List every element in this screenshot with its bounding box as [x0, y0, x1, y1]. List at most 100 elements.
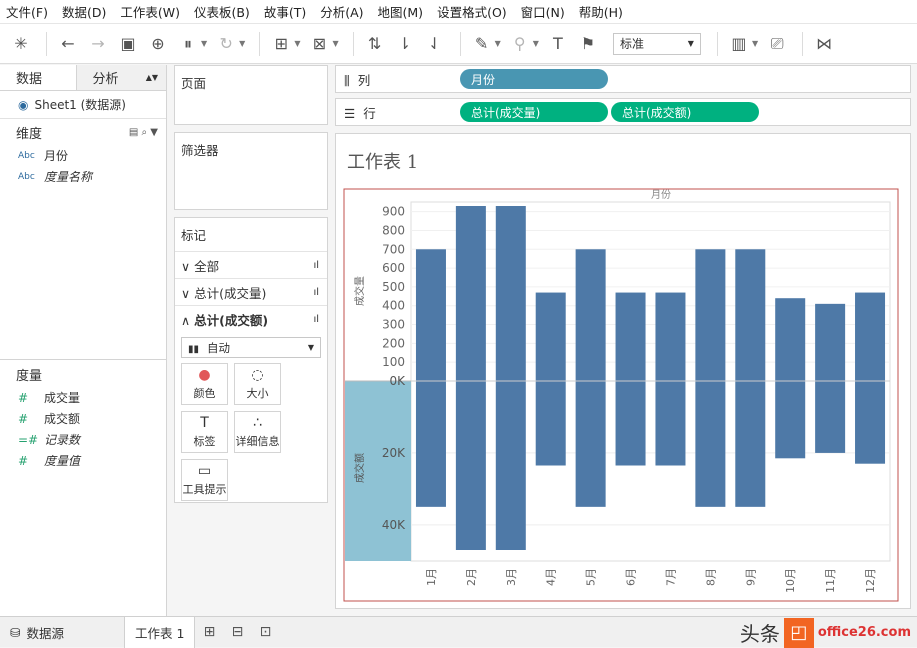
sort-asc-icon[interactable]: ⇂ [392, 31, 418, 57]
new-story-tab-icon[interactable]: ⊡ [251, 624, 279, 640]
y-tick-label: 300 [382, 318, 405, 332]
measure-field[interactable]: =# 记录数 [0, 429, 166, 450]
mark-type-value: 自动 [207, 340, 231, 355]
color-icon: ● [198, 367, 211, 383]
measure-field[interactable]: # 成交量 [0, 387, 166, 408]
columns-shelf[interactable]: ⫼ 列 月份 [335, 65, 911, 93]
new-dashboard-tab-icon[interactable]: ⊟ [223, 624, 251, 640]
watermark-text: 头条 [739, 622, 780, 646]
sheet-tab[interactable]: 工作表 1 [124, 616, 196, 648]
database-icon: ⛁ [10, 624, 21, 640]
x-tick-label: 5月 [585, 568, 598, 586]
menu-item[interactable]: 窗口(N) [521, 2, 565, 21]
x-tick-label: 9月 [744, 568, 757, 586]
mark-property-detail[interactable]: ∴ 详细信息 [234, 411, 281, 453]
undo-icon[interactable]: ← [55, 31, 81, 57]
marks-row[interactable]: ∨ 全部 ıl [175, 251, 327, 278]
new-worksheet-tab-icon[interactable]: ⊞ [195, 624, 223, 640]
sort-desc-icon[interactable]: ⇃ [422, 31, 448, 57]
clear-sheet-icon[interactable]: ⊠ [306, 31, 332, 57]
measures-header: 度量 [0, 361, 166, 387]
bar [495, 381, 526, 550]
field-type-icon: # [18, 453, 29, 468]
measure-field[interactable]: # 度量值 [0, 450, 166, 471]
bar [855, 292, 886, 381]
group-icon[interactable]: ⚲ [507, 31, 533, 57]
bar [575, 381, 606, 507]
mark-property-label: 工具提示 [182, 483, 227, 496]
refresh-icon[interactable]: ↻ [213, 31, 239, 57]
datasource-tab-label: 数据源 [26, 625, 64, 641]
tab-analytics[interactable]: 分析 ▲▼ [76, 65, 166, 90]
pin-icon[interactable]: ⚑ [575, 31, 601, 57]
bar [575, 249, 606, 381]
save-icon[interactable]: ▣ [115, 31, 141, 57]
y-tick-label: 600 [382, 261, 405, 275]
new-worksheet-icon[interactable]: ⊞ [268, 31, 294, 57]
menu-item[interactable]: 数据(D) [62, 2, 106, 21]
presentation-icon[interactable]: ⎚ [764, 31, 790, 57]
dimension-field[interactable]: Abc 度量名称 [0, 166, 166, 187]
x-tick-label: 6月 [625, 568, 638, 586]
mark-property-size[interactable]: ◌ 大小 [234, 363, 281, 405]
menu-item[interactable]: 仪表板(B) [194, 2, 250, 21]
datasource-icon: ◉ [18, 97, 29, 112]
share-icon[interactable]: ⋈ [811, 31, 837, 57]
measure-field[interactable]: # 成交额 [0, 408, 166, 429]
shelf-pill[interactable]: 总计(成交量) [460, 102, 608, 122]
menu-item[interactable]: 地图(M) [378, 2, 424, 21]
mark-property-label[interactable]: T 标签 [181, 411, 228, 453]
view-list-icon[interactable]: ▤ [129, 127, 138, 138]
filters-title: 筛选器 [181, 143, 219, 158]
menu-item[interactable]: 工作表(W) [120, 2, 180, 21]
watermark-url: office26.com [817, 625, 911, 640]
data-pane: 数据 分析 ▲▼ ◉ Sheet1 (数据源) 维度 ▤ ⌕ ▼ Abc 月份 Ab… [0, 65, 167, 616]
tab-data[interactable]: 数据 [0, 65, 77, 90]
menu-item[interactable]: 分析(A) [320, 2, 363, 21]
show-me-icon[interactable]: ▥ [726, 31, 752, 57]
bar-type-icon: ıl [313, 313, 319, 325]
field-name: 记录数 [44, 433, 81, 447]
menu-arrow-icon[interactable]: ▼ [150, 127, 158, 138]
menu-item[interactable]: 帮助(H) [579, 2, 623, 21]
highlight-icon[interactable]: ✎ [469, 31, 495, 57]
search-icon[interactable]: ⌕ [142, 127, 148, 138]
x-tick-label: 8月 [704, 568, 717, 586]
pause-updates-icon[interactable]: ⏸ [175, 31, 201, 57]
chevron-down-icon: ▼ [307, 343, 314, 352]
marks-row-label: 全部 [194, 258, 220, 274]
menu-item[interactable]: 设置格式(O) [437, 2, 507, 21]
bar-type-icon: ıl [313, 259, 319, 271]
menu-item[interactable]: 故事(T) [264, 2, 306, 21]
size-icon: ◌ [251, 367, 264, 383]
tableau-logo-icon[interactable]: ✳ [8, 31, 34, 57]
dimension-field[interactable]: Abc 月份 [0, 145, 166, 166]
office-logo-icon: ◰ [783, 617, 814, 648]
dimensions-header: 维度 ▤ ⌕ ▼ [0, 119, 166, 145]
datasource-tab[interactable]: ⛁ 数据源 [0, 617, 74, 648]
rows-label: 行 [363, 105, 376, 121]
measure-list: # 成交量 # 成交额 =# 记录数 # 度量值 [0, 387, 166, 471]
shelf-pill[interactable]: 月份 [460, 69, 608, 89]
show-labels-icon[interactable]: T [545, 31, 571, 57]
swap-icon[interactable]: ⇅ [362, 31, 388, 57]
y-tick-label: 900 [382, 205, 405, 219]
menu-bar: 文件(F) 数据(D) 工作表(W) 仪表板(B) 故事(T) 分析(A) 地图(M) 设置格… [0, 0, 917, 24]
rows-shelf[interactable]: ☰ 行 总计(成交量) 总计(成交额) [335, 98, 911, 126]
filters-card[interactable]: 筛选器 [174, 132, 328, 210]
fit-select[interactable]: 标准 ▼ [612, 32, 701, 55]
menu-item[interactable]: 文件(F) [6, 2, 48, 21]
redo-icon[interactable]: → [85, 31, 111, 57]
bar-chart[interactable]: 月份成交量成交额 100 200 300 400 500 600 700 800 900 0K 20K… [343, 188, 903, 608]
new-datasource-icon[interactable]: ⊕ [145, 31, 171, 57]
sheet-title[interactable]: 工作表 1 [347, 148, 418, 174]
pages-card[interactable]: 页面 [174, 65, 328, 125]
mark-property-tooltip[interactable]: ▭ 工具提示 [181, 459, 228, 501]
marks-row[interactable]: ∨ 总计(成交量) ıl [175, 278, 327, 305]
mark-property-label: 详细信息 [235, 435, 280, 448]
datasource-item[interactable]: ◉ Sheet1 (数据源) [0, 91, 166, 119]
marks-row[interactable]: ∧ 总计(成交额) ıl [175, 305, 327, 332]
shelf-pill[interactable]: 总计(成交额) [611, 102, 759, 122]
mark-property-color[interactable]: ● 颜色 [181, 363, 228, 405]
mark-type-select[interactable]: ▮▮ 自动 ▼ [181, 337, 321, 358]
